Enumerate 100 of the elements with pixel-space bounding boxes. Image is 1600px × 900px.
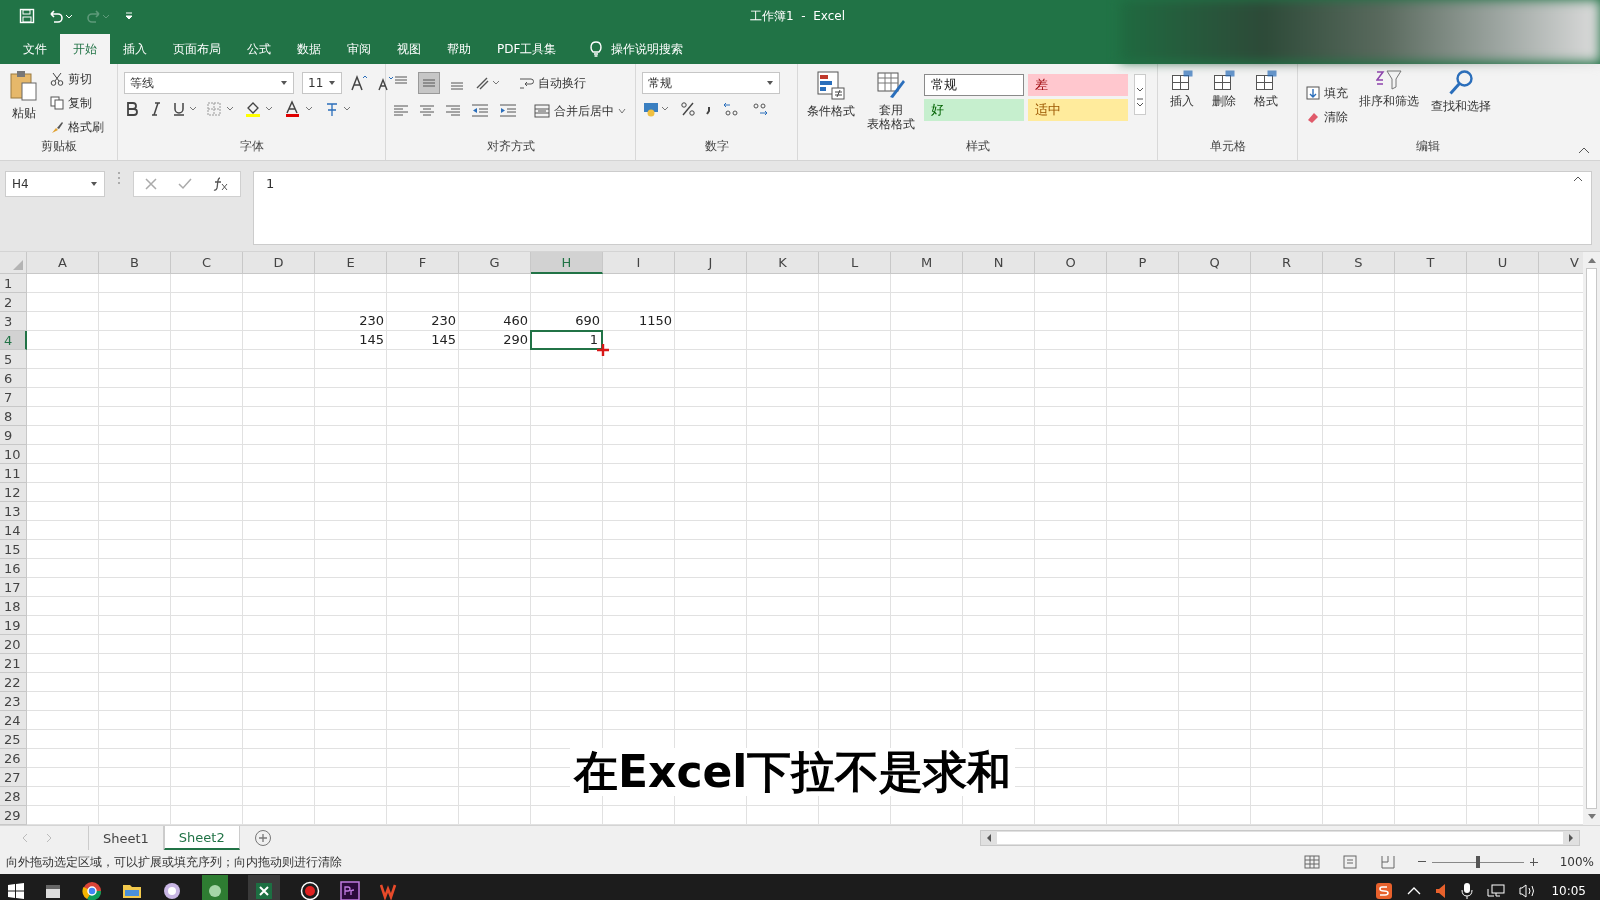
decrease-indent-icon[interactable]: [470, 102, 490, 120]
app-tile-icon[interactable]: [202, 875, 228, 900]
row-header[interactable]: 20: [0, 635, 27, 654]
wrap-text-button[interactable]: 自动换行: [516, 72, 588, 94]
cells-button[interactable]: 插入: [1164, 68, 1200, 112]
underline-icon[interactable]: [172, 101, 198, 117]
cells-button[interactable]: 删除: [1206, 68, 1242, 112]
scroll-right-icon[interactable]: [1567, 833, 1575, 843]
caret-icon[interactable]: [90, 181, 98, 187]
decrease-decimal-icon[interactable]: [750, 101, 770, 117]
sheet-tab[interactable]: Sheet2: [163, 826, 240, 850]
column-header[interactable]: K: [747, 252, 819, 274]
save-icon[interactable]: [19, 8, 35, 24]
column-header[interactable]: J: [675, 252, 747, 274]
scroll-left-icon[interactable]: [985, 833, 993, 843]
ribbon-tab[interactable]: 公式: [234, 34, 284, 64]
column-header[interactable]: M: [891, 252, 963, 274]
row-header[interactable]: 15: [0, 540, 27, 559]
row-header[interactable]: 3: [0, 312, 27, 331]
cut-button[interactable]: 剪切: [48, 68, 106, 90]
font-name-field[interactable]: 等线: [124, 72, 294, 94]
row-header[interactable]: 5: [0, 350, 27, 369]
clear-button[interactable]: 清除: [1304, 106, 1350, 128]
row-header[interactable]: 26: [0, 749, 27, 768]
row-header[interactable]: 13: [0, 502, 27, 521]
font-size-field[interactable]: 11: [302, 72, 342, 94]
ribbon-tab[interactable]: PDF工具集: [484, 34, 570, 64]
column-header[interactable]: E: [315, 252, 387, 274]
sort-filter-button[interactable]: 排序和筛选: [1356, 68, 1422, 112]
ribbon-tab[interactable]: 数据: [284, 34, 334, 64]
row-header[interactable]: 21: [0, 654, 27, 673]
row-header[interactable]: 11: [0, 464, 27, 483]
input-method-icon[interactable]: [1375, 882, 1394, 900]
name-box[interactable]: H4: [5, 171, 105, 197]
row-header[interactable]: 7: [0, 388, 27, 407]
customize-icon[interactable]: [123, 10, 135, 22]
zoom-thumb[interactable]: [1475, 856, 1480, 868]
copy-button[interactable]: 复制: [48, 92, 106, 114]
ribbon-tab[interactable]: 视图: [384, 34, 434, 64]
caret-icon[interactable]: [766, 80, 774, 86]
cell-style-swatch[interactable]: 好: [924, 99, 1024, 121]
column-header[interactable]: B: [99, 252, 171, 274]
fill-handle-cursor-icon[interactable]: [597, 344, 609, 356]
clock[interactable]: 10:05: [1551, 884, 1586, 898]
chevron-up-icon[interactable]: [1407, 886, 1422, 896]
row-header[interactable]: 22: [0, 673, 27, 692]
row-header[interactable]: 6: [0, 369, 27, 388]
column-header[interactable]: O: [1035, 252, 1107, 274]
row-header[interactable]: 14: [0, 521, 27, 540]
column-header[interactable]: I: [603, 252, 675, 274]
calendar-icon[interactable]: [44, 882, 62, 900]
bold-icon[interactable]: [124, 101, 140, 117]
row-header[interactable]: 25: [0, 730, 27, 749]
video-editor-icon[interactable]: [340, 881, 360, 900]
paste-button[interactable]: 粘贴: [6, 68, 42, 124]
caret-icon[interactable]: [328, 80, 336, 86]
checkmark-icon[interactable]: [177, 177, 193, 191]
column-header[interactable]: Q: [1179, 252, 1251, 274]
row-header[interactable]: 9: [0, 426, 27, 445]
start-icon[interactable]: [8, 883, 24, 899]
column-header[interactable]: T: [1395, 252, 1467, 274]
styles-scroll[interactable]: [1134, 74, 1146, 115]
microphone-icon[interactable]: [1461, 882, 1474, 900]
cell-style-swatch[interactable]: 常规: [924, 74, 1024, 96]
column-header[interactable]: S: [1323, 252, 1395, 274]
row-header[interactable]: 23: [0, 692, 27, 711]
column-header[interactable]: C: [171, 252, 243, 274]
ribbon-tab[interactable]: 帮助: [434, 34, 484, 64]
expand-formula-icon[interactable]: [1573, 176, 1583, 182]
conditional-format-button[interactable]: 条件格式: [804, 68, 858, 122]
format-painter-button[interactable]: 格式刷: [48, 116, 106, 138]
column-header[interactable]: V: [1539, 252, 1583, 274]
column-header[interactable]: L: [819, 252, 891, 274]
row-header[interactable]: 16: [0, 559, 27, 578]
format-as-table-button[interactable]: 套用 表格格式: [864, 68, 918, 134]
record-icon[interactable]: [300, 881, 320, 900]
collapse-ribbon-icon[interactable]: [1578, 146, 1590, 154]
cell-style-swatch[interactable]: 差: [1028, 74, 1128, 96]
ribbon-tab[interactable]: 文件: [10, 34, 60, 64]
zoom-level[interactable]: 100%: [1559, 855, 1594, 869]
speaker-icon[interactable]: [1435, 883, 1448, 899]
row-header[interactable]: 27: [0, 768, 27, 787]
vertical-scrollbar[interactable]: [1583, 252, 1600, 825]
increase-indent-icon[interactable]: [498, 102, 518, 120]
merge-center-button[interactable]: 合并后居中: [532, 100, 628, 122]
folder-icon[interactable]: [122, 882, 142, 900]
scroll-up-icon[interactable]: [1586, 256, 1597, 264]
row-header[interactable]: 24: [0, 711, 27, 730]
ribbon-tab[interactable]: 审阅: [334, 34, 384, 64]
round-app-icon[interactable]: [162, 881, 182, 900]
browser-icon[interactable]: [82, 881, 102, 900]
row-header[interactable]: 4: [0, 331, 27, 350]
horizontal-scrollbar[interactable]: [980, 830, 1580, 846]
column-header[interactable]: P: [1107, 252, 1179, 274]
add-sheet-icon[interactable]: [253, 829, 272, 847]
ribbon-tab[interactable]: 页面布局: [160, 34, 234, 64]
column-header[interactable]: G: [459, 252, 531, 274]
undo-icon[interactable]: [47, 8, 73, 24]
row-header[interactable]: 28: [0, 787, 27, 806]
column-header[interactable]: N: [963, 252, 1035, 274]
